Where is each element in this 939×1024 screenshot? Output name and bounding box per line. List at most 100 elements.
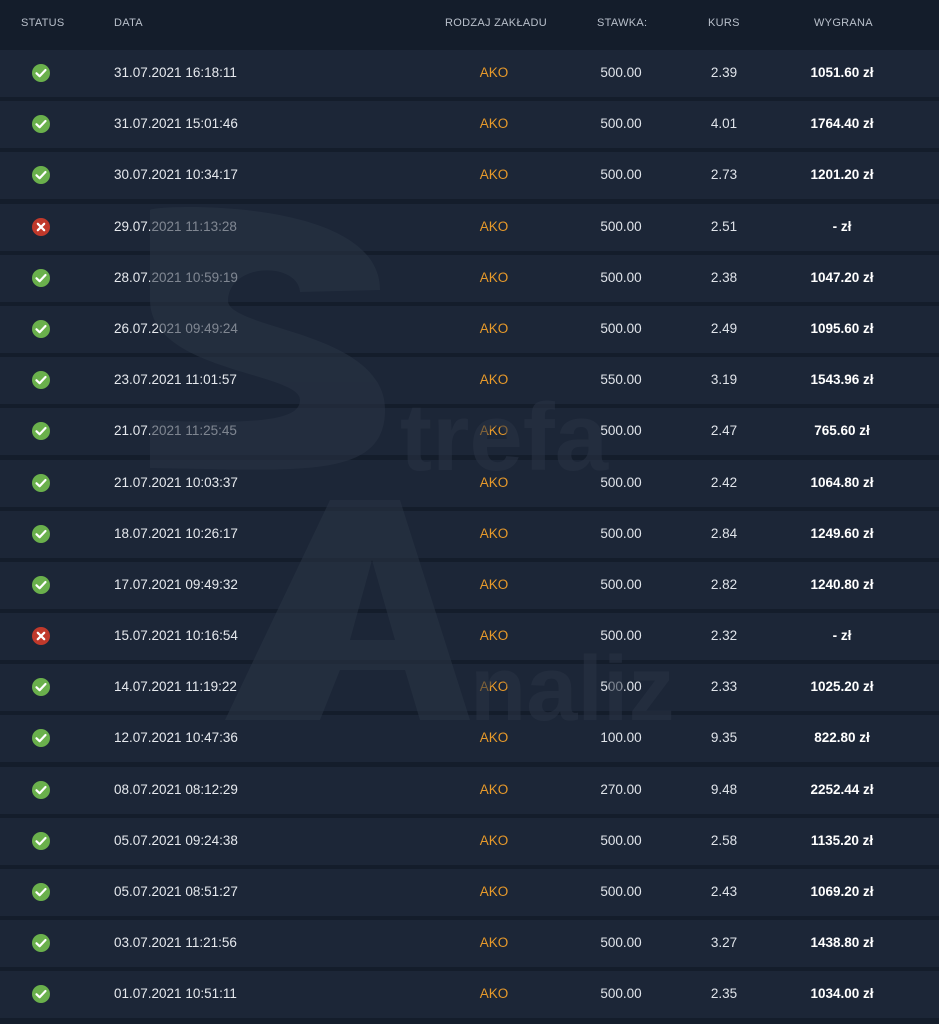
- cell-win: 822.80 zł: [814, 730, 870, 746]
- column-header-status[interactable]: STATUS: [21, 17, 65, 29]
- status-won-icon: [31, 882, 51, 902]
- table-row[interactable]: 05.07.2021 09:24:38 AKO 500.00 2.58 1135.20 …: [0, 817, 939, 865]
- cell-stake: 500.00: [600, 884, 642, 899]
- cell-odds: 9.35: [710, 730, 738, 746]
- column-header-win[interactable]: WYGRANA: [814, 17, 873, 29]
- cell-win: 1240.80 zł: [810, 576, 874, 592]
- table-row[interactable]: 03.07.2021 11:21:56 AKO 500.00 3.27 1438.80 …: [0, 920, 939, 968]
- table-row[interactable]: 21.07.2021 11:25:45 AKO 500.00 2.47 765.60 z…: [0, 408, 939, 456]
- status-won-icon: [31, 114, 51, 134]
- cell-stake: 100.00: [600, 730, 642, 746]
- status-won-icon: [31, 421, 51, 441]
- cell-stake: 500.00: [600, 679, 642, 695]
- cell-bet-type: AKO: [479, 474, 509, 490]
- cell-odds: 2.33: [710, 679, 738, 695]
- cell-stake: 500.00: [600, 525, 642, 541]
- cell-date: 05.07.2021 09:24:38: [114, 832, 238, 848]
- cell-date: 23.07.2021 11:01:57: [114, 372, 237, 388]
- column-header-date[interactable]: DATA: [114, 17, 143, 29]
- table-row[interactable]: 26.07.2021 09:49:24 AKO 500.00 2.49 1095.60 …: [0, 305, 939, 353]
- cell-date: 17.07.2021 09:49:32: [114, 576, 238, 592]
- cell-date: 31.07.2021 16:18:11: [114, 65, 237, 80]
- table-row[interactable]: 18.07.2021 10:26:17 AKO 500.00 2.84 1249.60 …: [0, 510, 939, 558]
- cell-win: 1025.20 zł: [810, 679, 874, 695]
- table-row[interactable]: 12.07.2021 10:47:36 AKO 100.00 9.35 822.80 z…: [0, 715, 939, 763]
- cell-stake: 500.00: [600, 65, 642, 80]
- table-row[interactable]: 31.07.2021 16:18:11 AKO 500.00 2.39 1051.60 …: [0, 50, 939, 97]
- cell-win: 1095.60 zł: [810, 320, 874, 336]
- cell-odds: 2.32: [710, 628, 738, 644]
- cell-win: 2252.44 zł: [810, 781, 874, 797]
- cell-stake: 500.00: [600, 320, 642, 336]
- status-won-icon: [31, 933, 51, 953]
- status-lost-icon: [31, 217, 51, 237]
- cell-win: 1064.80 zł: [810, 474, 874, 490]
- cell-date: 26.07.2021 09:49:24: [114, 320, 238, 336]
- cell-odds: 2.39: [710, 65, 738, 80]
- status-won-icon: [31, 780, 51, 800]
- table-body: 31.07.2021 16:18:11 AKO 500.00 2.39 1051.60 …: [0, 50, 939, 1023]
- cell-stake: 500.00: [600, 935, 642, 951]
- status-won-icon: [31, 319, 51, 339]
- cell-date: 21.07.2021 11:25:45: [114, 423, 237, 439]
- cell-stake: 500.00: [600, 116, 642, 132]
- table-row[interactable]: 31.07.2021 15:01:46 AKO 500.00 4.01 1764.40 …: [0, 101, 939, 149]
- table-row[interactable]: 01.07.2021 10:51:11 AKO 500.00 2.35 1034.00 …: [0, 971, 939, 1019]
- table-row[interactable]: 17.07.2021 09:49:32 AKO 500.00 2.82 1240.80 …: [0, 561, 939, 609]
- table-row[interactable]: 29.07.2021 11:13:28 AKO 500.00 2.51 - zł: [0, 203, 939, 251]
- cell-win: 1201.20 zł: [810, 167, 874, 183]
- column-header-stake[interactable]: STAWKA:: [597, 17, 647, 29]
- cell-odds: 2.58: [710, 832, 738, 848]
- table-row[interactable]: 14.07.2021 11:19:22 AKO 500.00 2.33 1025.20 …: [0, 664, 939, 712]
- cell-bet-type: AKO: [479, 372, 509, 388]
- cell-win: 1034.00 zł: [810, 986, 874, 1002]
- column-header-odds[interactable]: KURS: [708, 17, 740, 29]
- cell-date: 14.07.2021 11:19:22: [114, 679, 237, 695]
- cell-date: 15.07.2021 10:16:54: [114, 628, 238, 644]
- column-header-bet-type[interactable]: RODZAJ ZAKŁADU: [445, 17, 547, 29]
- cell-bet-type: AKO: [479, 525, 509, 541]
- cell-date: 29.07.2021 11:13:28: [114, 218, 237, 234]
- cell-stake: 550.00: [600, 372, 642, 388]
- cell-win: - zł: [832, 628, 852, 644]
- cell-date: 31.07.2021 15:01:46: [114, 116, 238, 132]
- cell-stake: 500.00: [600, 269, 642, 285]
- cell-bet-type: AKO: [479, 832, 509, 848]
- table-row[interactable]: 05.07.2021 08:51:27 AKO 500.00 2.43 1069.20 …: [0, 869, 939, 916]
- cell-win: 1764.40 zł: [810, 116, 874, 132]
- cell-date: 01.07.2021 10:51:11: [114, 986, 237, 1002]
- cell-odds: 2.51: [710, 218, 738, 234]
- cell-win: - zł: [832, 218, 852, 234]
- status-won-icon: [31, 524, 51, 544]
- table-row[interactable]: 15.07.2021 10:16:54 AKO 500.00 2.32 - zł: [0, 613, 939, 661]
- cell-odds: 9.48: [710, 781, 738, 797]
- cell-date: 05.07.2021 08:51:27: [114, 884, 238, 899]
- table-row[interactable]: 21.07.2021 10:03:37 AKO 500.00 2.42 1064.80 …: [0, 459, 939, 507]
- cell-bet-type: AKO: [479, 935, 509, 951]
- table-row[interactable]: 30.07.2021 10:34:17 AKO 500.00 2.73 1201.20 …: [0, 152, 939, 200]
- table-row[interactable]: 28.07.2021 10:59:19 AKO 500.00 2.38 1047.20 …: [0, 254, 939, 302]
- cell-bet-type: AKO: [479, 320, 509, 336]
- bet-history-table: STATUS DATA RODZAJ ZAKŁADU STAWKA: KURS …: [0, 0, 939, 1024]
- cell-bet-type: AKO: [479, 423, 509, 439]
- cell-stake: 500.00: [600, 986, 642, 1002]
- cell-bet-type: AKO: [479, 884, 509, 899]
- cell-bet-type: AKO: [479, 218, 509, 234]
- cell-bet-type: AKO: [479, 986, 509, 1002]
- cell-odds: 2.84: [710, 525, 738, 541]
- cell-date: 08.07.2021 08:12:29: [114, 781, 238, 797]
- cell-odds: 2.42: [710, 474, 738, 490]
- table-row[interactable]: 08.07.2021 08:12:29 AKO 270.00 9.48 2252.44 …: [0, 766, 939, 814]
- cell-date: 21.07.2021 10:03:37: [114, 474, 238, 490]
- cell-odds: 2.38: [710, 269, 738, 285]
- cell-win: 1047.20 zł: [810, 269, 874, 285]
- cell-stake: 500.00: [600, 218, 642, 234]
- cell-odds: 3.27: [710, 935, 738, 951]
- cell-win: 1543.96 zł: [810, 372, 874, 388]
- cell-stake: 500.00: [600, 832, 642, 848]
- cell-stake: 500.00: [600, 628, 642, 644]
- status-won-icon: [31, 728, 51, 748]
- table-row[interactable]: 23.07.2021 11:01:57 AKO 550.00 3.19 1543.96 …: [0, 357, 939, 405]
- status-won-icon: [31, 831, 51, 851]
- cell-odds: 4.01: [710, 116, 738, 132]
